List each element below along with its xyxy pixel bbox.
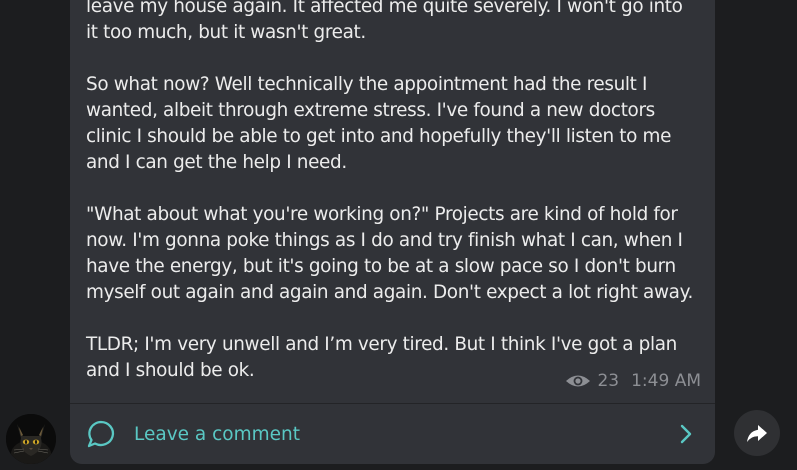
- message-text: leave my house again. It affected me qui…: [86, 0, 702, 410]
- view-count: 23: [597, 371, 620, 391]
- message-line: and I can get the help I need.: [86, 152, 347, 173]
- message-timestamp: 1:49 AM: [631, 371, 701, 391]
- message-line: myself out again and again and again. Do…: [86, 282, 693, 303]
- cat-avatar-image: [6, 414, 56, 464]
- message-line: it too much, but it wasn't great.: [86, 22, 366, 43]
- message-line: have the energy, but it's going to be at…: [86, 256, 676, 277]
- chat-view: leave my house again. It affected me qui…: [0, 0, 797, 470]
- share-arrow-icon: [747, 425, 767, 442]
- message-meta: 23 1:49 AM: [565, 371, 701, 391]
- message-line: TLDR; I'm very unwell and I’m very tired…: [86, 334, 677, 355]
- message-line: clinic I should be able to get into and …: [86, 126, 672, 147]
- message-line: So what now? Well technically the appoin…: [86, 74, 648, 95]
- channel-avatar[interactable]: [6, 414, 56, 464]
- message-paragraph: leave my house again. It affected me qui…: [86, 0, 702, 46]
- message-paragraph: "What about what you're working on?" Pro…: [86, 202, 702, 306]
- message-bubble: leave my house again. It affected me qui…: [70, 0, 715, 464]
- message-line: wanted, albeit through extreme stress. I…: [86, 100, 655, 121]
- message-paragraph: So what now? Well technically the appoin…: [86, 72, 702, 176]
- message-line: leave my house again. It affected me qui…: [86, 0, 683, 17]
- chevron-right-icon: [680, 424, 692, 444]
- leave-comment-label: Leave a comment: [134, 423, 301, 445]
- comment-bubble-icon: [87, 420, 115, 448]
- share-button[interactable]: [734, 410, 780, 456]
- leave-comment-button[interactable]: Leave a comment: [70, 404, 715, 464]
- message-line: now. I'm gonna poke things as I do and t…: [86, 230, 683, 251]
- eye-icon: [566, 375, 591, 387]
- message-line: "What about what you're working on?" Pro…: [86, 204, 678, 225]
